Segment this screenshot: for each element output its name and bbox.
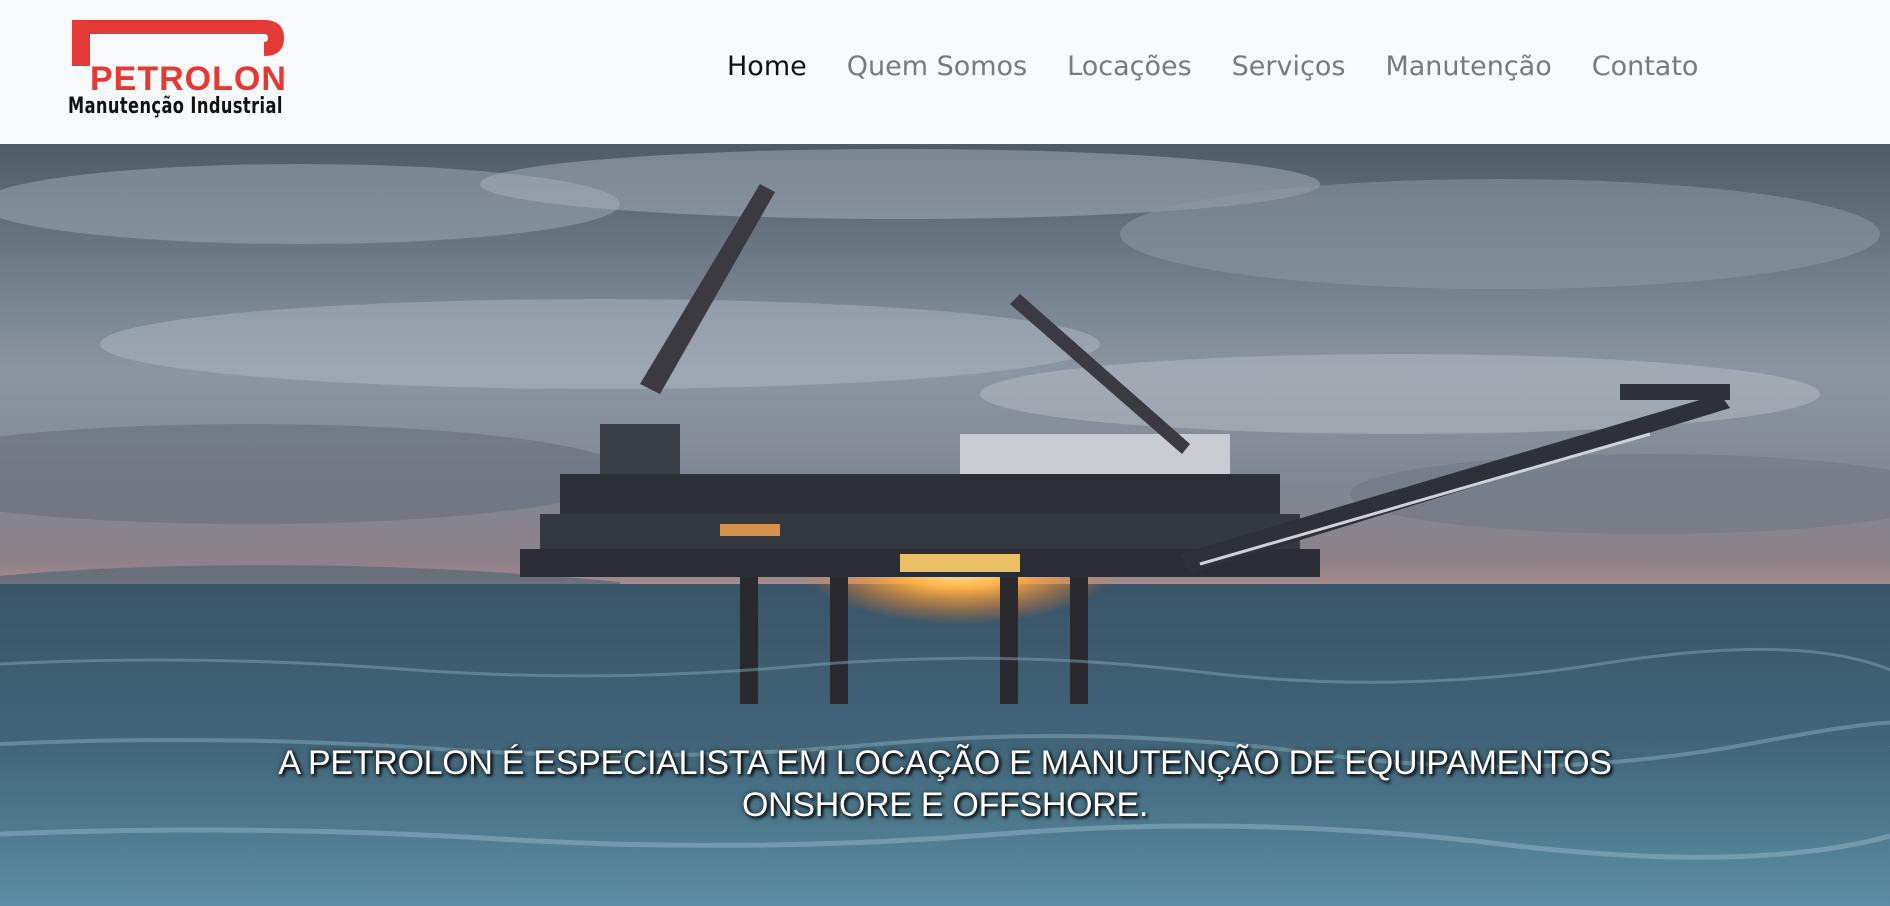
nav-item-servicos[interactable]: Serviços	[1232, 47, 1346, 91]
logo-p-mark: PETROLON	[72, 20, 287, 96]
nav-item-contato[interactable]: Contato	[1592, 47, 1699, 91]
nav-item-locacoes[interactable]: Locações	[1067, 47, 1192, 91]
nav-item-home[interactable]: Home	[727, 47, 807, 91]
nav-item-manutencao[interactable]: Manutenção	[1385, 47, 1551, 91]
logo-tagline: Manutenção Industrial	[68, 94, 283, 119]
logo-wordmark: PETROLON	[90, 60, 287, 96]
nav-item-quem-somos[interactable]: Quem Somos	[847, 47, 1027, 91]
hero-banner: A PETROLON É ESPECIALISTA EM LOCAÇÃO E M…	[0, 144, 1890, 906]
main-nav: Home Quem Somos Locações Serviços Manute…	[727, 47, 1738, 91]
brand-logo[interactable]: PETROLON Manutenção Industrial	[68, 16, 288, 124]
site-header: PETROLON Manutenção Industrial Home Quem…	[0, 0, 1890, 144]
hero-headline: A PETROLON É ESPECIALISTA EM LOCAÇÃO E M…	[278, 744, 1612, 824]
